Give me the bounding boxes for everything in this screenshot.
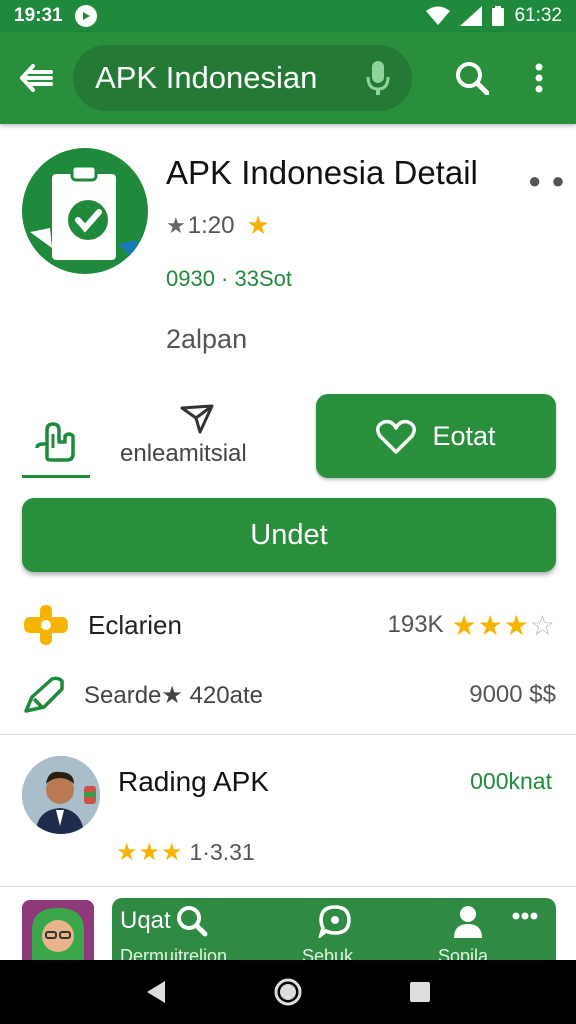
battery-text: 61:32 [514, 5, 562, 26]
star-icon: ★ [116, 839, 139, 866]
related-app-avatar[interactable] [22, 756, 100, 834]
star-icon: ★ [503, 609, 530, 641]
bp-item-uqat[interactable]: Uqat [120, 904, 209, 938]
search-icon [176, 906, 208, 937]
signal-icon [460, 6, 483, 26]
star-icon: ★ [138, 839, 162, 866]
bp-item-chat[interactable] [318, 904, 352, 938]
bp-item-user[interactable] [452, 904, 484, 938]
favorite-button[interactable]: Eotat [316, 394, 556, 478]
bp-more-button[interactable] [512, 912, 538, 920]
stats-row-reviews: Eclarien 193K ★★★☆ [22, 600, 556, 650]
star-outline-icon: ★ [166, 212, 186, 238]
share-label: enleamitsial [120, 440, 247, 467]
search-icon [455, 62, 489, 95]
heart-icon [376, 419, 417, 454]
star-rating: ★★★☆ [452, 609, 556, 642]
tab-hand[interactable] [22, 406, 90, 478]
battery-icon [492, 6, 505, 26]
divider [0, 734, 576, 735]
chat-icon [318, 905, 351, 938]
star-rating: ★★★ [116, 838, 184, 867]
tag-icon [24, 676, 64, 713]
rating-value: 1:20 [187, 211, 235, 239]
favorite-label: Eotat [432, 420, 496, 451]
related-app-rating: ★★★ 1·3.31 [116, 838, 255, 867]
app-title: APK Indonesia Detail [166, 154, 478, 191]
app-rating: ★ 1:20 ★ [166, 210, 270, 241]
nav-recents-button[interactable] [400, 972, 440, 1012]
share-button[interactable]: enleamitsial [120, 404, 276, 474]
stats-value: 193K [387, 611, 444, 638]
nav-home-button[interactable] [268, 972, 308, 1012]
search-button[interactable] [450, 56, 493, 100]
mic-icon[interactable] [366, 61, 390, 95]
bp-sub-label: Sebuk [302, 946, 354, 960]
rating-value: 1·3.31 [189, 839, 255, 865]
triangle-back-icon [147, 981, 165, 1003]
bp-label: Uqat [120, 907, 171, 934]
bottom-action-panel: Uqat Dermuitrelion Sebuk Sopila [112, 898, 556, 960]
more-vert-icon [535, 63, 543, 93]
more-menu-button[interactable] [517, 56, 560, 100]
app-logo-icon [22, 148, 148, 274]
search-query: APK Indonesian [95, 60, 318, 95]
user-icon [454, 906, 482, 938]
bp-sub-label: Sopila [438, 946, 489, 960]
stats-label: Eclarien [88, 609, 182, 640]
notification-icon [74, 5, 97, 27]
stats-label: Searde★ 420ate [84, 681, 263, 709]
star-icon: ★ [451, 609, 478, 641]
back-arrow-icon [19, 64, 53, 92]
bp-sub-label: Dermuitrelion [120, 946, 228, 960]
wifi-icon [426, 6, 451, 25]
related-app-thumbnail[interactable] [22, 900, 94, 960]
star-icon: ★ [477, 609, 504, 641]
divider [0, 886, 576, 887]
app-bar: APK Indonesian [0, 32, 576, 124]
search-field[interactable]: APK Indonesian [73, 45, 413, 111]
star-outline-icon: ☆ [529, 609, 556, 641]
back-button[interactable] [16, 58, 55, 98]
square-recents-icon [410, 982, 430, 1002]
status-bar: 19:31 61:32 [0, 0, 576, 32]
system-nav-bar [0, 960, 576, 1024]
circle-home-icon [274, 978, 302, 1006]
related-app-price: 000knat [470, 768, 552, 794]
stats-price: 9000 $$ [469, 681, 556, 708]
star-icon: ★ [246, 210, 270, 240]
more-horizontal-icon[interactable]: ● ● [528, 168, 567, 194]
status-time: 19:31 [14, 5, 63, 26]
nav-back-button[interactable] [136, 972, 176, 1012]
send-icon [180, 404, 214, 434]
star-icon: ★ [161, 839, 184, 866]
install-button[interactable]: Undet [22, 498, 556, 572]
more-horizontal-icon [512, 912, 538, 920]
hand-icon [35, 421, 75, 462]
app-subtitle: 2alpan [166, 324, 248, 354]
puzzle-icon [24, 605, 68, 645]
stats-row-downloads: Searde★ 420ate 9000 $$ [22, 670, 556, 720]
related-app-title[interactable]: Rading APK [118, 766, 269, 798]
app-size-line: 0930 · 33Sot [166, 266, 292, 291]
